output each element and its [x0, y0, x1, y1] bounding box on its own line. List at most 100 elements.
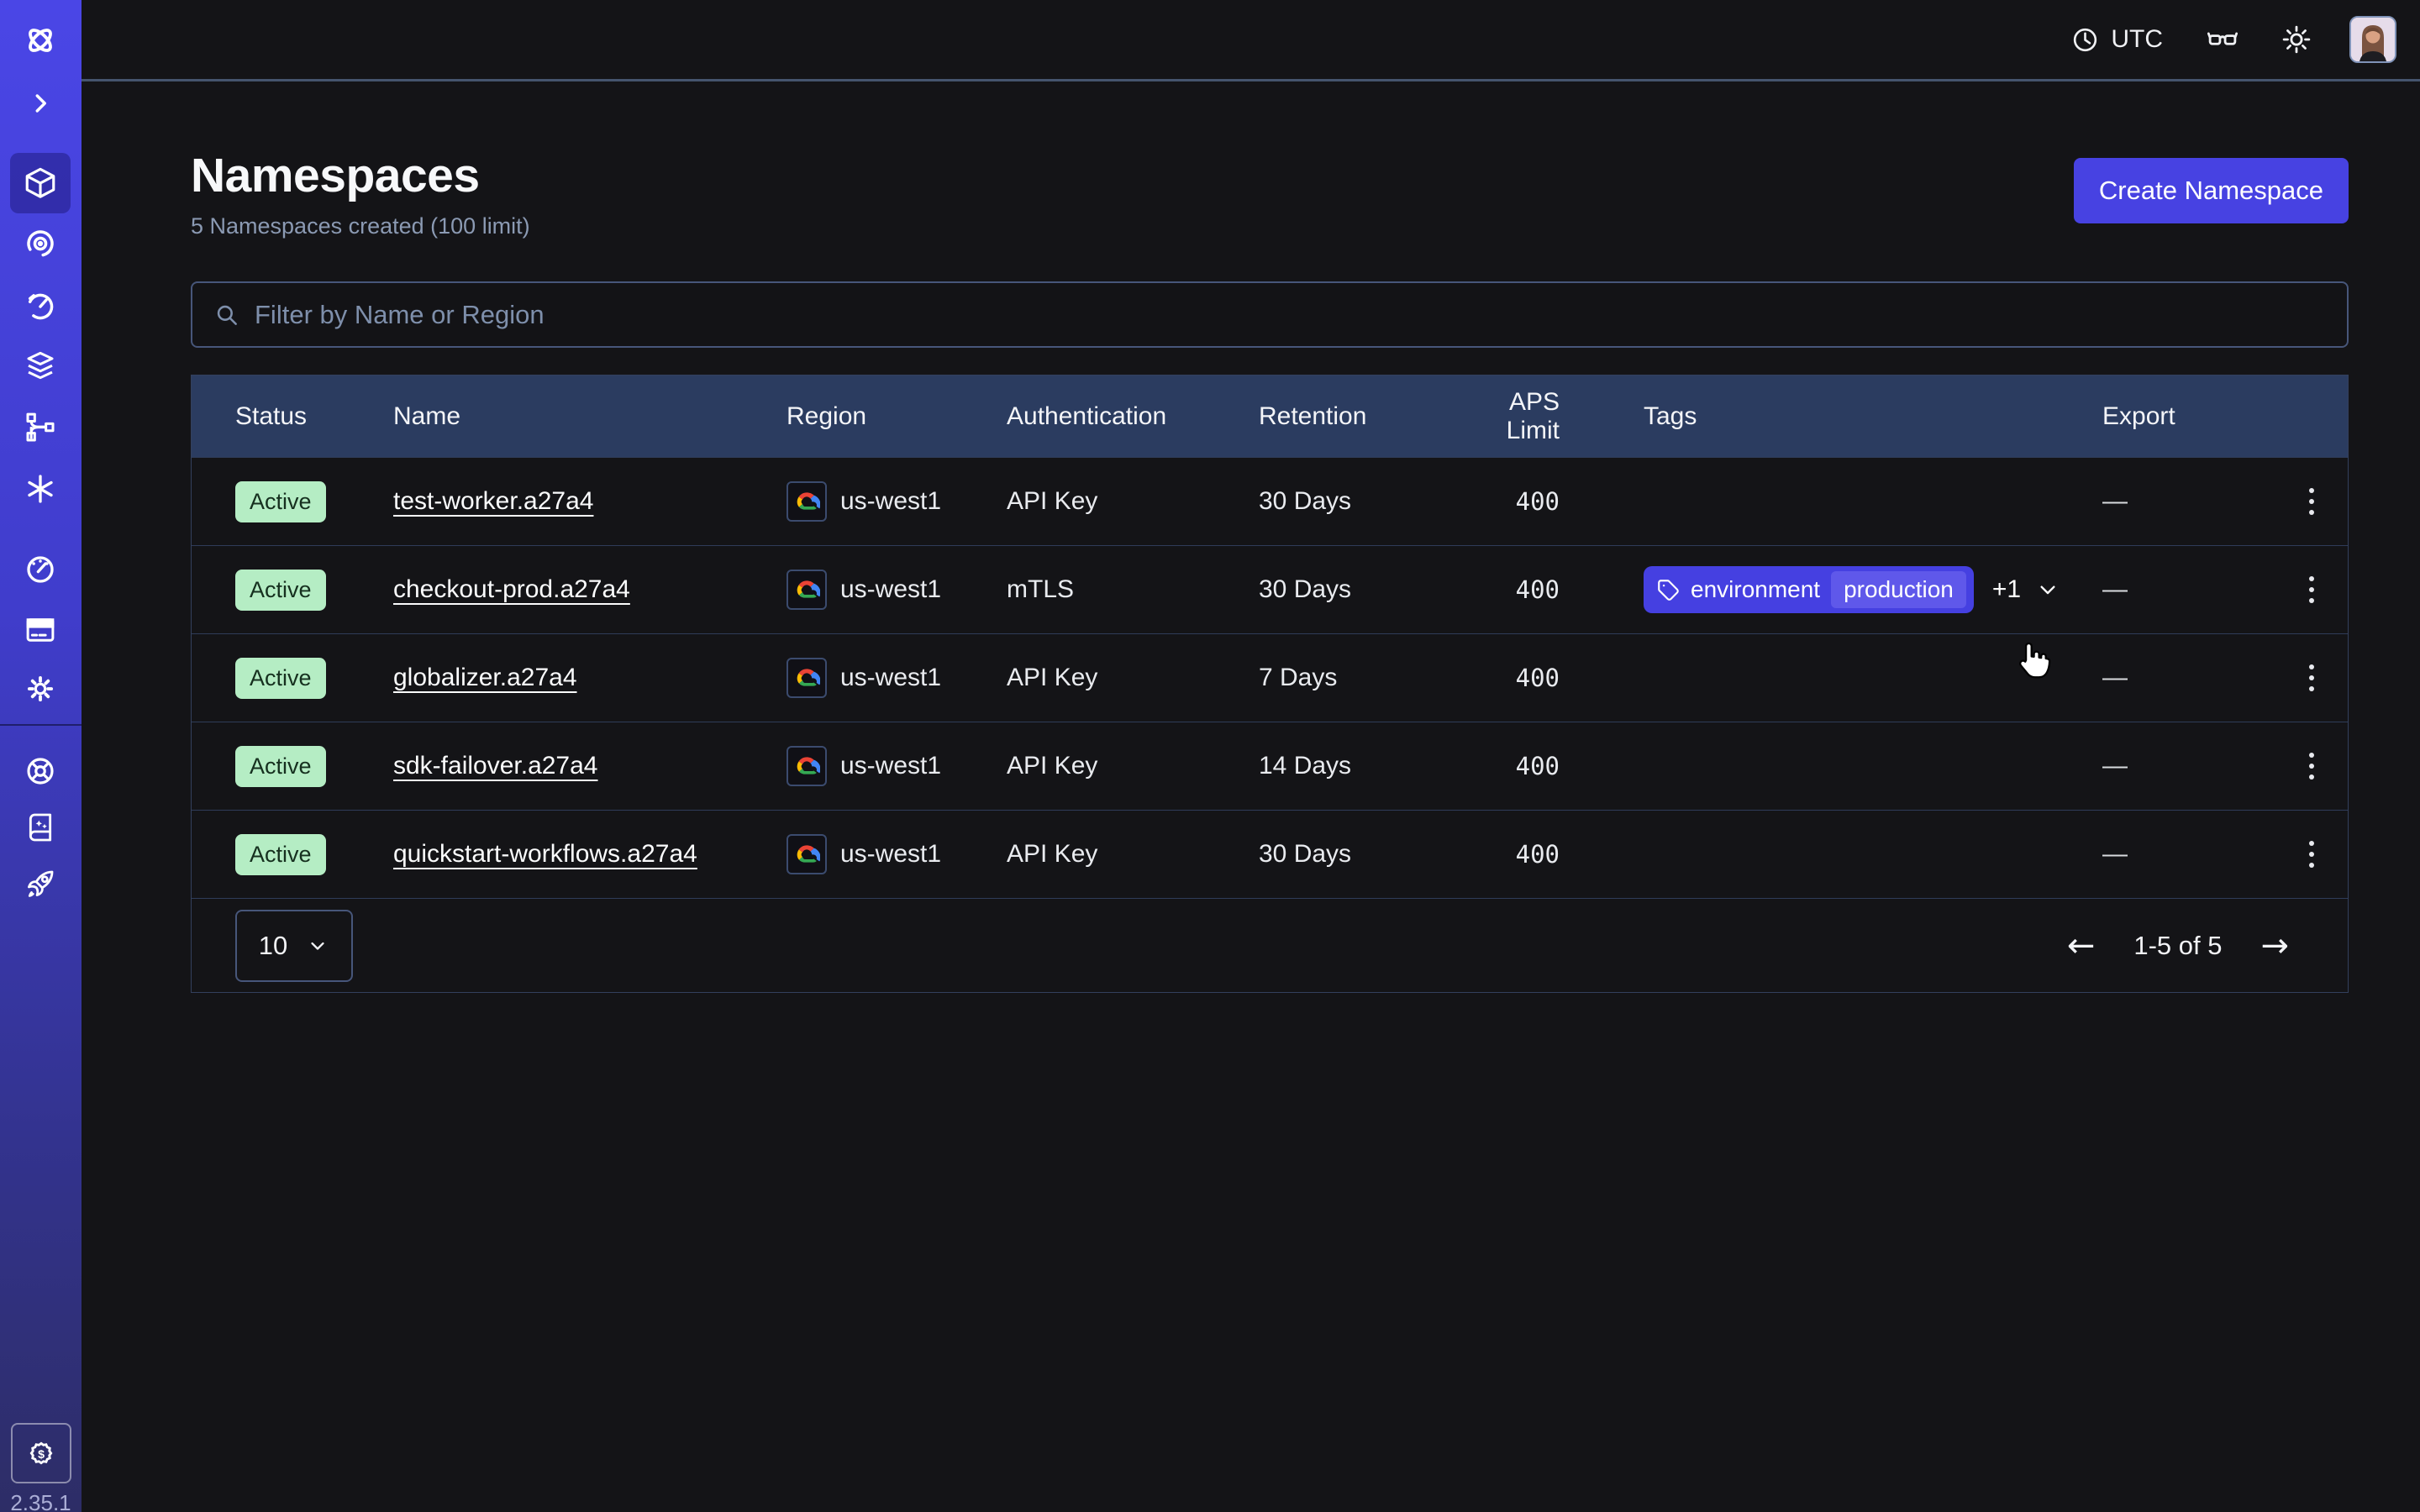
sidebar-item-schedules[interactable]: [10, 276, 71, 337]
search-icon: [213, 301, 241, 329]
table-footer: 10 ← 1-5 of 5 →: [192, 898, 2348, 992]
gear-icon: [23, 671, 58, 706]
sidebar-item-workflows[interactable]: [10, 213, 71, 274]
page-size-select[interactable]: 10: [235, 910, 353, 982]
sidebar-item-deployments[interactable]: [10, 337, 71, 397]
sidebar-item-docs[interactable]: [10, 797, 71, 858]
fork-icon: [24, 411, 57, 444]
row-menu-button[interactable]: [2301, 656, 2323, 700]
row-menu-button[interactable]: [2301, 480, 2323, 523]
region-label: us-west1: [840, 664, 941, 692]
sun-icon: [2279, 22, 2314, 57]
sidebar-item-namespaces[interactable]: [10, 153, 71, 213]
filter-input[interactable]: [255, 300, 2327, 330]
namespace-link[interactable]: checkout-prod.a27a4: [393, 575, 630, 603]
namespace-link[interactable]: quickstart-workflows.a27a4: [393, 840, 697, 868]
avatar-image: [2351, 18, 2395, 61]
radar-icon: [23, 226, 58, 261]
glasses-icon: [2205, 22, 2240, 57]
row-menu-button[interactable]: [2301, 832, 2323, 876]
auth-value: API Key: [1007, 664, 1259, 692]
labs-toggle[interactable]: [2205, 22, 2240, 57]
col-region: Region: [786, 402, 1007, 431]
aps-value: 400: [1452, 487, 1644, 516]
timer-icon: [23, 289, 58, 324]
tag-value: production: [1831, 571, 1966, 608]
gauge-icon: [23, 552, 58, 587]
namespace-link[interactable]: test-worker.a27a4: [393, 487, 593, 515]
create-namespace-button[interactable]: Create Namespace: [2074, 158, 2349, 223]
gcp-cloud-icon: [786, 481, 827, 522]
svg-text:$: $: [38, 1448, 45, 1462]
row-menu-button[interactable]: [2301, 744, 2323, 788]
col-status: Status: [235, 402, 393, 431]
app-version: 2.35.1: [0, 1490, 82, 1512]
sidebar-divider: [0, 724, 82, 726]
gcp-cloud-icon: [786, 570, 827, 610]
page-title: Namespaces: [191, 148, 530, 203]
sidebar: $ 2.35.1: [0, 0, 82, 1512]
sidebar-expand-button[interactable]: [10, 73, 71, 134]
page-range: 1-5 of 5: [2133, 931, 2222, 961]
status-badge: Active: [235, 658, 326, 699]
namespace-link[interactable]: globalizer.a27a4: [393, 664, 577, 691]
prev-page-button[interactable]: ←: [2067, 929, 2096, 963]
next-page-button[interactable]: →: [2260, 929, 2289, 963]
table-row: Active sdk-failover.a27a4 us-west1 API K…: [192, 722, 2348, 810]
sidebar-item-support[interactable]: [10, 741, 71, 801]
sidebar-item-getting-started[interactable]: [10, 853, 71, 914]
retention-value: 30 Days: [1259, 487, 1452, 516]
auth-value: API Key: [1007, 752, 1259, 780]
billing-card-icon: [23, 612, 58, 648]
aps-value: 400: [1452, 752, 1644, 780]
region-label: us-west1: [840, 487, 941, 516]
region-label: us-west1: [840, 575, 941, 604]
col-retention: Retention: [1259, 402, 1452, 431]
clock-icon: [2070, 24, 2101, 55]
avatar[interactable]: [2349, 16, 2396, 63]
row-menu-button[interactable]: [2301, 568, 2323, 612]
chevron-right-icon: [25, 88, 55, 118]
tag-key: environment: [1691, 576, 1820, 603]
cube-icon: [23, 165, 58, 201]
export-value: —: [2102, 840, 2275, 869]
tag-pill[interactable]: environment production: [1644, 566, 1974, 613]
layers-icon: [23, 349, 58, 385]
page-size-value: 10: [259, 931, 287, 961]
sidebar-item-settings[interactable]: [10, 659, 71, 719]
sidebar-item-usage[interactable]: [10, 539, 71, 600]
namespaces-table: Status Name Region Authentication Retent…: [191, 375, 2349, 993]
tags-expand-button[interactable]: [2034, 576, 2061, 603]
auth-value: API Key: [1007, 487, 1259, 516]
page-subtitle: 5 Namespaces created (100 limit): [191, 213, 530, 239]
region-label: us-west1: [840, 752, 941, 780]
book-icon: [24, 811, 57, 844]
sidebar-item-billing[interactable]: [10, 600, 71, 660]
sidebar-item-nexus[interactable]: [10, 397, 71, 458]
export-value: —: [2102, 575, 2275, 604]
retention-value: 30 Days: [1259, 840, 1452, 869]
status-badge: Active: [235, 481, 326, 522]
top-bar: UTC: [82, 0, 2420, 81]
plan-usage-button[interactable]: $: [11, 1423, 71, 1483]
table-header-row: Status Name Region Authentication Retent…: [192, 375, 2348, 457]
timezone-selector[interactable]: UTC: [2070, 24, 2163, 55]
dollar-badge-icon: $: [24, 1436, 58, 1470]
table-row: Active quickstart-workflows.a27a4 us-wes…: [192, 810, 2348, 898]
temporal-logo[interactable]: [10, 10, 71, 71]
export-value: —: [2102, 487, 2275, 516]
sidebar-item-batch[interactable]: [10, 459, 71, 519]
lifebuoy-icon: [23, 753, 58, 789]
chevron-down-icon: [2034, 576, 2061, 603]
filter-bar[interactable]: [191, 281, 2349, 348]
col-name: Name: [393, 402, 786, 431]
chevron-down-icon: [306, 934, 329, 958]
tag-more-count: +1: [1992, 575, 2021, 604]
theme-toggle[interactable]: [2279, 22, 2314, 57]
asterisk-icon: [24, 472, 57, 506]
namespace-link[interactable]: sdk-failover.a27a4: [393, 752, 598, 780]
main-content: Namespaces 5 Namespaces created (100 lim…: [82, 84, 2420, 993]
tag-icon: [1657, 579, 1680, 601]
auth-value: mTLS: [1007, 575, 1259, 604]
gcp-cloud-icon: [786, 746, 827, 786]
